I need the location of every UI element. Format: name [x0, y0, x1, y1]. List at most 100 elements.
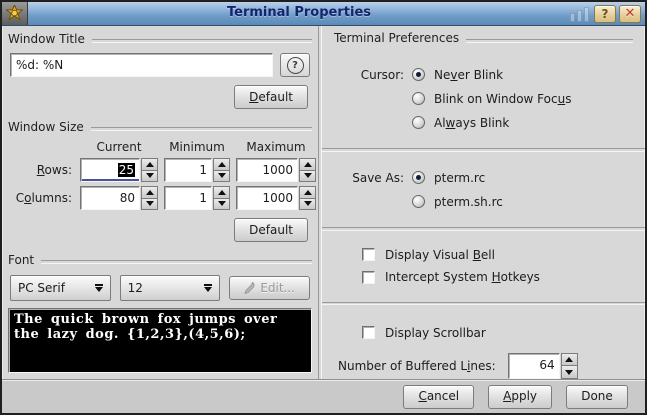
pen-icon [244, 282, 255, 294]
radio-label: Always Blink [434, 116, 509, 130]
up-arrow-icon [146, 190, 154, 195]
spin-up-button[interactable] [561, 353, 578, 367]
cursor-label: Cursor: [336, 63, 404, 135]
columns-maximum-spinbox[interactable]: 1000 [236, 186, 316, 210]
group-title: Terminal Preferences [334, 31, 466, 45]
spin-up-button[interactable] [213, 158, 230, 171]
button-bar: Cancel Apply Done [2, 379, 645, 413]
spin-up-button[interactable] [141, 158, 158, 171]
down-arrow-icon [146, 201, 154, 206]
up-arrow-icon [304, 190, 312, 195]
cancel-button[interactable]: Cancel [403, 385, 474, 409]
save-as-label: Save As: [336, 166, 404, 214]
spin-up-button[interactable] [299, 186, 316, 199]
font-size-combobox[interactable]: 12 [120, 275, 221, 301]
checkbox-icon [362, 326, 375, 339]
right-panel: Terminal Preferences Cursor: Never Blink… [322, 26, 645, 379]
selected-value: 25 [118, 163, 135, 177]
radio-label: Blink on Window Focus [434, 92, 571, 106]
question-circle-icon: ? [287, 57, 304, 74]
up-arrow-icon [218, 190, 226, 195]
down-arrow-icon [218, 201, 226, 206]
spin-up-button[interactable] [213, 186, 230, 199]
font-family-combobox[interactable]: PC Serif [10, 275, 111, 301]
column-header-minimum: Minimum [164, 140, 230, 154]
rows-label: Rows: [12, 163, 74, 177]
group-title: Window Title [8, 32, 92, 46]
buffered-lines-label: Number of Buffered Lines: [338, 359, 496, 373]
dialog-content: Window Title ? Default Window Size Curre… [2, 26, 645, 379]
radio-pterm-sh-rc[interactable]: pterm.sh.rc [412, 190, 503, 214]
cursor-radio-group: Never Blink Blink on Window Focus Always… [412, 63, 571, 135]
terminal-properties-dialog: Terminal Properties ? ✕ Window Title ? [0, 0, 647, 415]
radio-pterm-rc[interactable]: pterm.rc [412, 166, 503, 190]
terminal-preferences-group-header: Terminal Preferences [334, 30, 633, 47]
rows-maximum-spinbox[interactable]: 1000 [236, 158, 316, 182]
help-button[interactable]: ? [594, 5, 616, 23]
radio-icon [412, 195, 425, 208]
spin-down-button[interactable] [299, 171, 316, 183]
window-size-default-button[interactable]: Default [234, 218, 308, 242]
header-rule [466, 39, 633, 43]
up-arrow-icon [304, 162, 312, 167]
spin-up-button[interactable] [141, 186, 158, 199]
spin-down-button[interactable] [299, 199, 316, 211]
up-arrow-icon [565, 357, 573, 362]
spin-down-button[interactable] [561, 366, 578, 379]
close-button[interactable]: ✕ [619, 5, 641, 23]
radio-label: Never Blink [434, 68, 503, 82]
down-arrow-icon [304, 173, 312, 178]
window-size-group-header: Window Size [8, 118, 312, 135]
spin-down-button[interactable] [141, 171, 158, 183]
separator [322, 227, 645, 231]
up-arrow-icon [218, 162, 226, 167]
gold-star-app-icon [6, 5, 23, 22]
font-edit-button[interactable]: Edit... [229, 276, 310, 300]
left-panel: Window Title ? Default Window Size Curre… [2, 26, 318, 379]
checkbox-label: Display Visual Bell [385, 248, 495, 262]
titlebar[interactable]: Terminal Properties ? ✕ [2, 2, 645, 26]
columns-label: Columns: [12, 191, 74, 205]
checkbox-intercept-system-hotkeys[interactable]: Intercept System Hotkeys [362, 266, 633, 289]
column-header-current: Current [80, 140, 158, 154]
buffered-lines-spinbox[interactable]: 64 [508, 353, 578, 379]
whats-this-button[interactable]: ? [280, 53, 310, 77]
window-title-default-button[interactable]: Default [234, 85, 308, 109]
titlebar-grip-decoration [570, 2, 594, 25]
checkbox-display-visual-bell[interactable]: Display Visual Bell [362, 244, 633, 267]
radio-always-blink[interactable]: Always Blink [412, 111, 571, 135]
group-title: Window Size [8, 120, 91, 134]
radio-label: pterm.sh.rc [434, 195, 503, 209]
radio-icon [412, 171, 425, 184]
window-menu-button[interactable] [2, 2, 28, 25]
done-button[interactable]: Done [566, 385, 628, 409]
radio-never-blink[interactable]: Never Blink [412, 63, 571, 87]
rows-current-spinbox[interactable]: 25 [80, 158, 158, 182]
spin-down-button[interactable] [141, 199, 158, 211]
up-arrow-icon [146, 162, 154, 167]
checkbox-display-scrollbar[interactable]: Display Scrollbar [362, 321, 633, 344]
separator [322, 148, 645, 152]
radio-label: pterm.rc [434, 171, 485, 185]
down-arrow-icon [304, 201, 312, 206]
column-header-maximum: Maximum [236, 140, 316, 154]
apply-button[interactable]: Apply [488, 385, 552, 409]
columns-current-spinbox[interactable]: 80 [80, 186, 158, 210]
spin-down-button[interactable] [213, 199, 230, 211]
header-rule [41, 260, 312, 264]
spin-down-button[interactable] [213, 171, 230, 183]
down-arrow-icon [146, 173, 154, 178]
help-icon: ? [602, 7, 609, 21]
checkbox-label: Intercept System Hotkeys [385, 270, 540, 284]
radio-blink-on-window-focus[interactable]: Blink on Window Focus [412, 87, 571, 111]
down-arrow-icon [218, 173, 226, 178]
window-title-group-header: Window Title [8, 30, 312, 47]
columns-minimum-spinbox[interactable]: 1 [164, 186, 230, 210]
window-size-grid: Current Minimum Maximum Rows: 25 1 [8, 140, 312, 210]
checkbox-icon [362, 248, 375, 261]
spin-up-button[interactable] [299, 158, 316, 171]
radio-icon [412, 92, 425, 105]
rows-minimum-spinbox[interactable]: 1 [164, 158, 230, 182]
header-rule [92, 39, 312, 43]
window-title-input[interactable] [10, 53, 273, 77]
